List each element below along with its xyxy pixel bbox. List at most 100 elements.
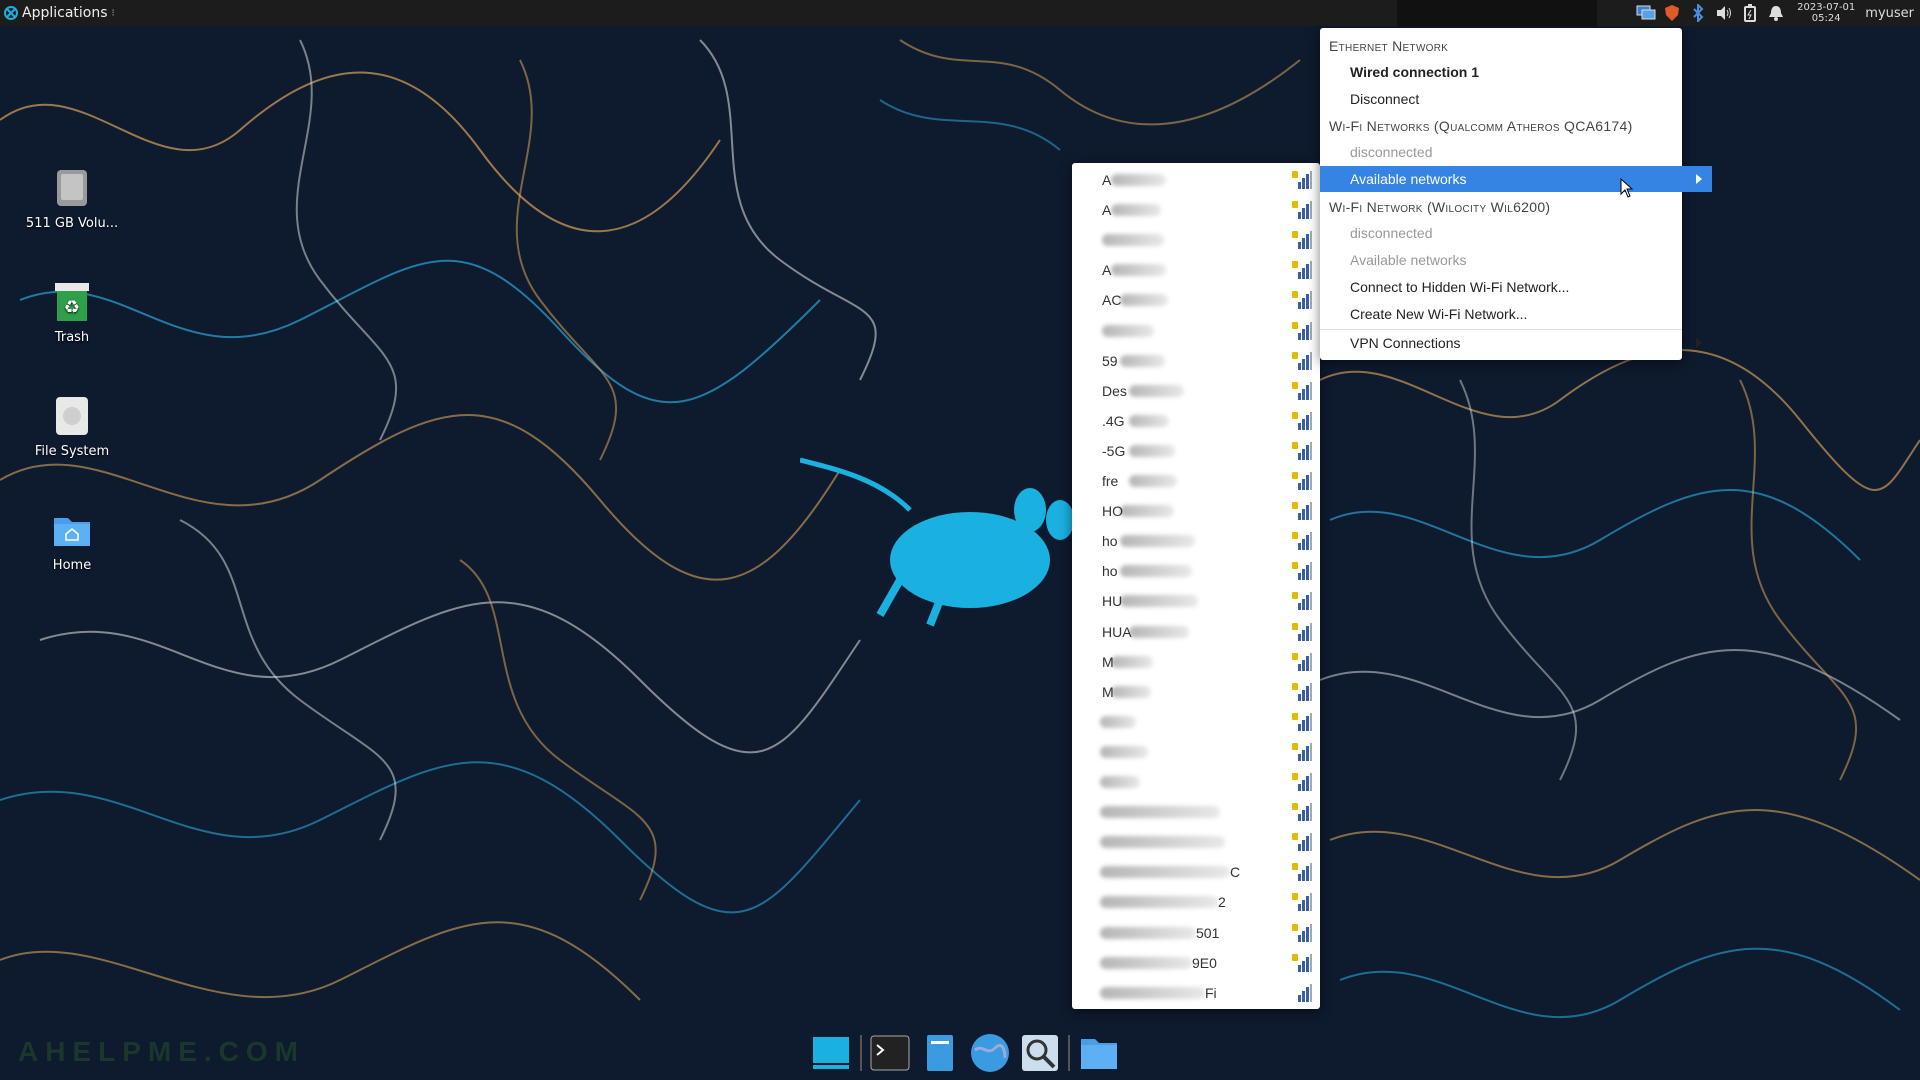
network-item[interactable]: 59 — [1072, 346, 1320, 376]
network-item[interactable] — [1072, 737, 1320, 767]
network-name: 501 — [1196, 924, 1220, 941]
xfce-mouse-logo — [800, 457, 1074, 627]
network-item[interactable]: M — [1072, 677, 1320, 707]
network-item[interactable]: A — [1072, 165, 1320, 195]
menu-dots-icon: ⁝ — [111, 7, 115, 19]
network-item[interactable]: fre — [1072, 466, 1320, 496]
available-networks-submenu: A A A AC 59 Des .4G -5G fre HO ho ho HU HUA M M C 2 501 9E0… — [1072, 163, 1320, 1009]
wifi-signal-secured-icon — [1292, 592, 1312, 611]
wifi-signal-secured-icon — [1292, 742, 1312, 761]
network-item[interactable]: -5G — [1072, 436, 1320, 466]
network-name-redaction — [1120, 294, 1168, 307]
wifi-signal-secured-icon — [1292, 201, 1312, 220]
wifi-signal-secured-icon — [1292, 472, 1312, 490]
wifi-signal-secured-icon — [1292, 893, 1312, 912]
network-name: ho — [1102, 563, 1118, 580]
network-item[interactable]: A — [1072, 195, 1320, 225]
network-item[interactable]: 9E0 — [1072, 948, 1320, 978]
network-item[interactable]: 501 — [1072, 918, 1320, 948]
submenu-arrow-icon — [1696, 338, 1702, 348]
network-item[interactable]: HU — [1072, 586, 1320, 616]
network-name-redaction — [1100, 836, 1225, 849]
top-panel: Applications ⁝ 2023-07-01 05:24 myuser — [0, 0, 1920, 26]
desktop-icon-label: Home — [52, 558, 92, 573]
network-item[interactable] — [1072, 827, 1320, 857]
network-name-redaction — [1100, 866, 1230, 879]
network-item[interactable]: .4G — [1072, 406, 1320, 436]
wifi-signal-secured-icon — [1292, 803, 1312, 822]
wifi-signal-secured-icon — [1292, 532, 1312, 551]
security-shield-icon[interactable] — [1661, 2, 1683, 24]
network-name-redaction — [1100, 715, 1136, 728]
notification-bell-icon[interactable] — [1765, 2, 1787, 24]
wifi-signal-secured-icon — [1292, 562, 1312, 581]
network-item[interactable] — [1072, 225, 1320, 255]
network-item[interactable] — [1072, 767, 1320, 797]
network-item[interactable]: Fi — [1072, 978, 1320, 1008]
wifi-signal-secured-icon — [1292, 652, 1312, 671]
network-name-redaction — [1100, 986, 1205, 999]
hard-drive-icon — [52, 394, 92, 438]
network-name: -5G — [1102, 442, 1126, 459]
volume-icon[interactable] — [1713, 2, 1735, 24]
network-name: A — [1102, 172, 1112, 188]
network-name-redaction — [1111, 174, 1166, 186]
wired-connection-item[interactable]: Wired connection 1 — [1320, 59, 1712, 85]
network-name-redaction — [1111, 204, 1161, 217]
desktop-icon-filesystem[interactable]: File System — [22, 394, 122, 459]
wifi-signal-secured-icon — [1292, 863, 1312, 882]
network-name: HO — [1102, 503, 1123, 520]
available-networks-item[interactable]: Available networks — [1320, 166, 1712, 192]
network-name-redaction — [1120, 595, 1198, 608]
disconnect-item[interactable]: Disconnect — [1320, 86, 1712, 112]
web-browser-button[interactable] — [969, 1031, 1011, 1075]
network-name-redaction — [1120, 354, 1165, 367]
desktop-icon-home[interactable]: Home — [22, 508, 122, 573]
network-item[interactable]: A — [1072, 255, 1320, 285]
network-name-redaction — [1129, 625, 1189, 638]
desktop-icon-trash[interactable]: ♻ Trash — [22, 280, 122, 345]
network-name-redaction — [1100, 745, 1148, 758]
network-item[interactable]: ho — [1072, 556, 1320, 586]
desktop-icon-label: Trash — [54, 330, 90, 345]
network-item[interactable]: AC — [1072, 285, 1320, 315]
network-name-redaction — [1129, 414, 1169, 427]
connect-hidden-wifi-item[interactable]: Connect to Hidden Wi-Fi Network... — [1320, 274, 1712, 300]
network-item[interactable] — [1072, 707, 1320, 737]
network-item[interactable] — [1072, 316, 1320, 346]
vpn-connections-item[interactable]: VPN Connections — [1320, 330, 1712, 356]
network-icon[interactable] — [1635, 2, 1657, 24]
wifi-signal-secured-icon — [1292, 923, 1312, 942]
network-name: HUA — [1102, 623, 1132, 640]
wifi-signal-secured-icon — [1292, 171, 1312, 189]
file-manager-panel-button[interactable] — [919, 1031, 961, 1075]
clock[interactable]: 2023-07-01 05:24 — [1797, 2, 1855, 24]
app-finder-button[interactable] — [1019, 1031, 1061, 1075]
terminal-button[interactable] — [870, 1031, 912, 1075]
desktop-icon-volume[interactable]: 511 GB Volu... — [22, 166, 122, 231]
wifi-wil-available-networks: Available networks — [1350, 252, 1467, 268]
wifi-signal-secured-icon — [1292, 261, 1312, 280]
folder-button[interactable] — [1078, 1031, 1120, 1075]
workspace-switcher[interactable] — [1397, 0, 1598, 26]
wifi-signal-secured-icon — [1292, 953, 1312, 972]
network-item[interactable]: 2 — [1072, 887, 1320, 917]
battery-icon[interactable] — [1739, 2, 1761, 24]
watermark: AHELPME.COM — [18, 1036, 305, 1067]
network-item[interactable]: C — [1072, 857, 1320, 887]
applications-menu-button[interactable]: Applications ⁝ — [0, 0, 119, 26]
network-item[interactable]: HO — [1072, 496, 1320, 526]
bluetooth-icon[interactable] — [1687, 2, 1709, 24]
network-item[interactable]: Des — [1072, 376, 1320, 406]
network-name-redaction — [1111, 264, 1166, 277]
create-new-wifi-item[interactable]: Create New Wi-Fi Network... — [1320, 301, 1712, 327]
network-item[interactable] — [1072, 797, 1320, 827]
clock-date: 2023-07-01 — [1797, 2, 1856, 13]
network-name-redaction — [1100, 776, 1140, 788]
show-desktop-button[interactable] — [810, 1031, 852, 1075]
wifi-signal-secured-icon — [1292, 502, 1312, 521]
network-item[interactable]: HUA — [1072, 617, 1320, 647]
network-item[interactable]: ho — [1072, 526, 1320, 556]
user-menu[interactable]: myuser — [1865, 6, 1914, 21]
network-item[interactable]: M — [1072, 647, 1320, 677]
